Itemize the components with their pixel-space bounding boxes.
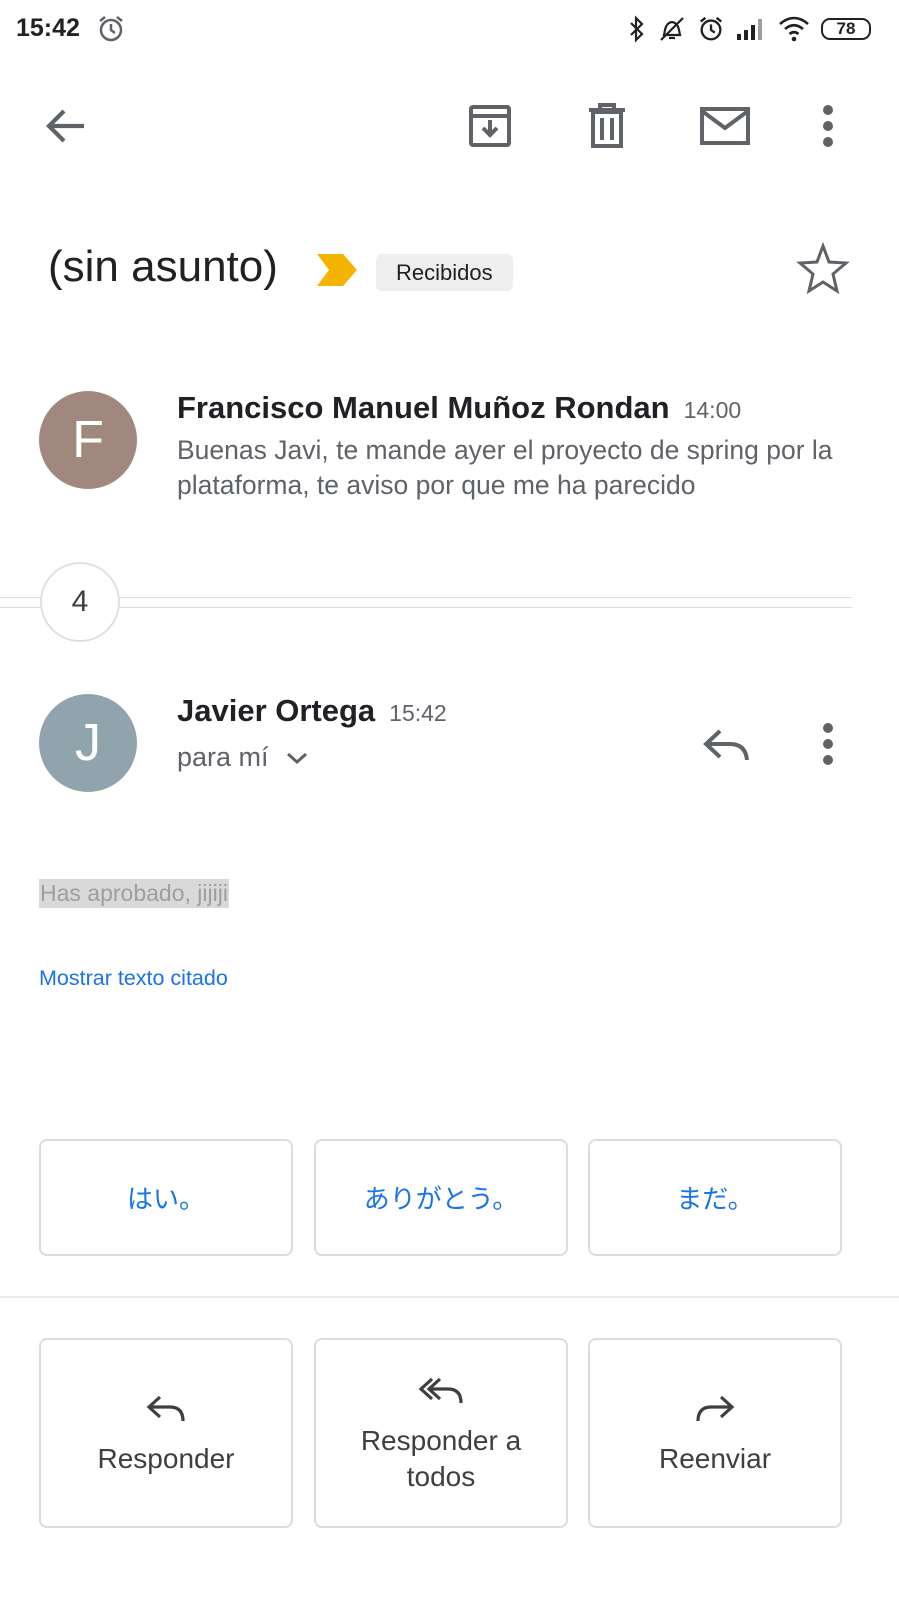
message-time: 14:00 [683,397,742,423]
sender-name: Francisco Manuel Muñoz Rondan [177,390,670,425]
message-body: Has aprobado, jijiji [39,879,229,908]
alarm-icon [697,15,725,43]
avatar[interactable]: J [39,694,137,792]
sender-name: Javier Ortega [177,693,376,728]
more-vert-icon [823,723,833,765]
message-header: Javier Ortega 15:42 [177,693,447,729]
battery-level: 78 [836,19,856,38]
reply-all-action-button[interactable]: Responder a todos [314,1338,568,1528]
avatar[interactable]: F [39,391,137,489]
more-options-button[interactable] [798,96,858,156]
bluetooth-icon [627,15,647,43]
delete-icon [589,103,625,148]
reply-icon [703,729,749,761]
delete-button[interactable] [577,96,637,156]
back-arrow-icon [46,109,84,143]
recipient-label: para mí [177,742,269,772]
reply-label: Responder [97,1443,235,1474]
alarm-icon [96,14,126,44]
status-time: 15:42 [16,14,80,42]
mail-icon [700,107,750,145]
more-vert-icon [823,105,833,147]
battery-icon: 78 [821,18,871,40]
forward-action-button[interactable]: Reenviar [588,1338,842,1528]
archive-button[interactable] [460,96,520,156]
reply-button[interactable] [695,714,757,776]
message-snippet[interactable]: Buenas Javi, te mande ayer el proyecto d… [177,433,857,503]
mark-unread-button[interactable] [695,96,755,156]
message-more-options-button[interactable] [798,714,858,774]
smart-reply-button[interactable]: はい。 [39,1139,293,1256]
collapsed-messages-count[interactable]: 4 [40,562,120,642]
label-chip[interactable]: Recibidos [376,254,513,291]
divider [0,607,852,608]
smart-reply-button[interactable]: まだ。 [588,1139,842,1256]
archive-icon [469,105,511,147]
forward-icon [695,1389,735,1429]
show-quoted-text-link[interactable]: Mostrar texto citado [39,966,228,991]
reply-all-icon [418,1371,464,1411]
divider [0,597,852,598]
message-time: 15:42 [389,700,447,726]
star-button[interactable] [794,240,852,298]
important-marker-icon[interactable] [315,252,359,288]
email-subject: (sin asunto) [48,242,278,291]
signal-icon [735,16,767,42]
wifi-icon [777,15,811,43]
smart-reply-button[interactable]: ありがとう。 [314,1139,568,1256]
reply-icon [146,1389,186,1429]
star-icon [796,241,850,295]
back-button[interactable] [36,96,96,156]
reply-all-label: Responder a todos [360,1425,522,1492]
divider [0,1296,899,1298]
forward-label: Reenviar [658,1443,772,1474]
chevron-down-icon [286,752,307,764]
message-header[interactable]: Francisco Manuel Muñoz Rondan 14:00 [177,390,741,426]
mute-icon [657,15,687,43]
reply-action-button[interactable]: Responder [39,1338,293,1528]
status-icons: 78 [627,12,871,46]
recipient-details-toggle[interactable]: para mí [177,742,309,773]
